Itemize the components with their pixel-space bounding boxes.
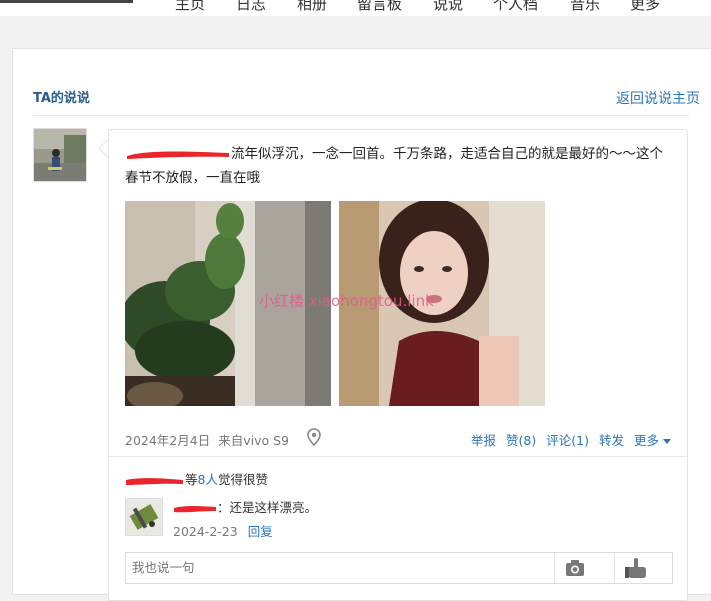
like-link[interactable]: 赞(8) <box>506 433 536 448</box>
nav-item-blog[interactable]: 日志 <box>236 0 266 14</box>
camera-icon[interactable] <box>562 558 588 578</box>
more-label: 更多 <box>633 433 659 448</box>
more-menu[interactable]: 更多 <box>634 433 671 448</box>
watermark-text: 小红楼 xiaohongtou.link <box>259 292 434 310</box>
shuoshuo-card: TA的说说 返回说说主页 流年似浮沉，一念一回首。千万条路，走适合自己的就是最好… <box>12 48 711 601</box>
reply-input[interactable] <box>126 553 558 581</box>
hand-point-icon[interactable] <box>624 557 650 579</box>
nav-item-album[interactable]: 相册 <box>297 0 327 14</box>
post-actions: 举报 赞(8) 评论(1) 转发 更多 <box>461 430 671 449</box>
post-divider <box>109 456 687 457</box>
nav-item-home[interactable]: 主页 <box>175 0 205 14</box>
nav-item-shuoshuo[interactable]: 说说 <box>433 0 463 14</box>
comment-date: 2024-2-23 <box>173 524 238 539</box>
comment-meta: 2024-2-23 回复 <box>173 521 273 540</box>
likes-suffix: 觉得很赞 <box>217 472 268 487</box>
likes-count-link[interactable]: 8人 <box>198 472 218 487</box>
comment-text: ：还是这样漂亮。 <box>217 500 318 515</box>
comment-body: ：还是这样漂亮。 <box>173 497 317 516</box>
report-link[interactable]: 举报 <box>471 433 496 448</box>
input-separator-2 <box>614 553 615 583</box>
reply-input-box <box>125 552 673 584</box>
chevron-down-icon <box>663 439 671 444</box>
redacted-commenter-mark <box>174 505 216 512</box>
title-divider <box>33 115 689 116</box>
likes-line: 等8人觉得很赞 <box>125 469 268 488</box>
likes-prefix: 等 <box>185 472 198 487</box>
post-source: 来自vivo S9 <box>218 433 289 448</box>
back-to-shuoshuo-link[interactable]: 返回说说主页 <box>616 88 700 108</box>
nav-item-music[interactable]: 音乐 <box>570 0 600 14</box>
redacted-liker-mark <box>126 477 183 485</box>
redacted-nickname-mark <box>127 151 229 159</box>
top-nav: 主页 日志 相册 留言板 说说 个人档 音乐 更多 <box>0 0 711 16</box>
comment-link[interactable]: 评论(1) <box>546 433 589 448</box>
logo-strip <box>0 0 133 3</box>
nav-item-more[interactable]: 更多 <box>630 0 660 14</box>
post-box: 流年似浮沉，一念一回首。千万条路，走适合自己的就是最好的～～这个春节不放假，一直… <box>108 129 688 601</box>
commenter-avatar[interactable] <box>125 498 163 536</box>
input-separator <box>554 553 555 583</box>
poster-avatar[interactable] <box>33 128 87 182</box>
location-pin-icon[interactable] <box>307 428 321 447</box>
nav-item-guestbook[interactable]: 留言板 <box>357 0 402 14</box>
comment-reply-link[interactable]: 回复 <box>248 524 273 539</box>
post-text-container: 流年似浮沉，一念一回首。千万条路，走适合自己的就是最好的～～这个春节不放假，一直… <box>125 142 675 190</box>
nav-item-profile[interactable]: 个人档 <box>493 0 538 14</box>
post-date: 2024年2月4日 <box>125 433 211 448</box>
post-meta: 2024年2月4日 来自vivo S9 <box>125 430 297 449</box>
forward-link[interactable]: 转发 <box>599 433 624 448</box>
section-title: TA的说说 <box>33 91 90 106</box>
